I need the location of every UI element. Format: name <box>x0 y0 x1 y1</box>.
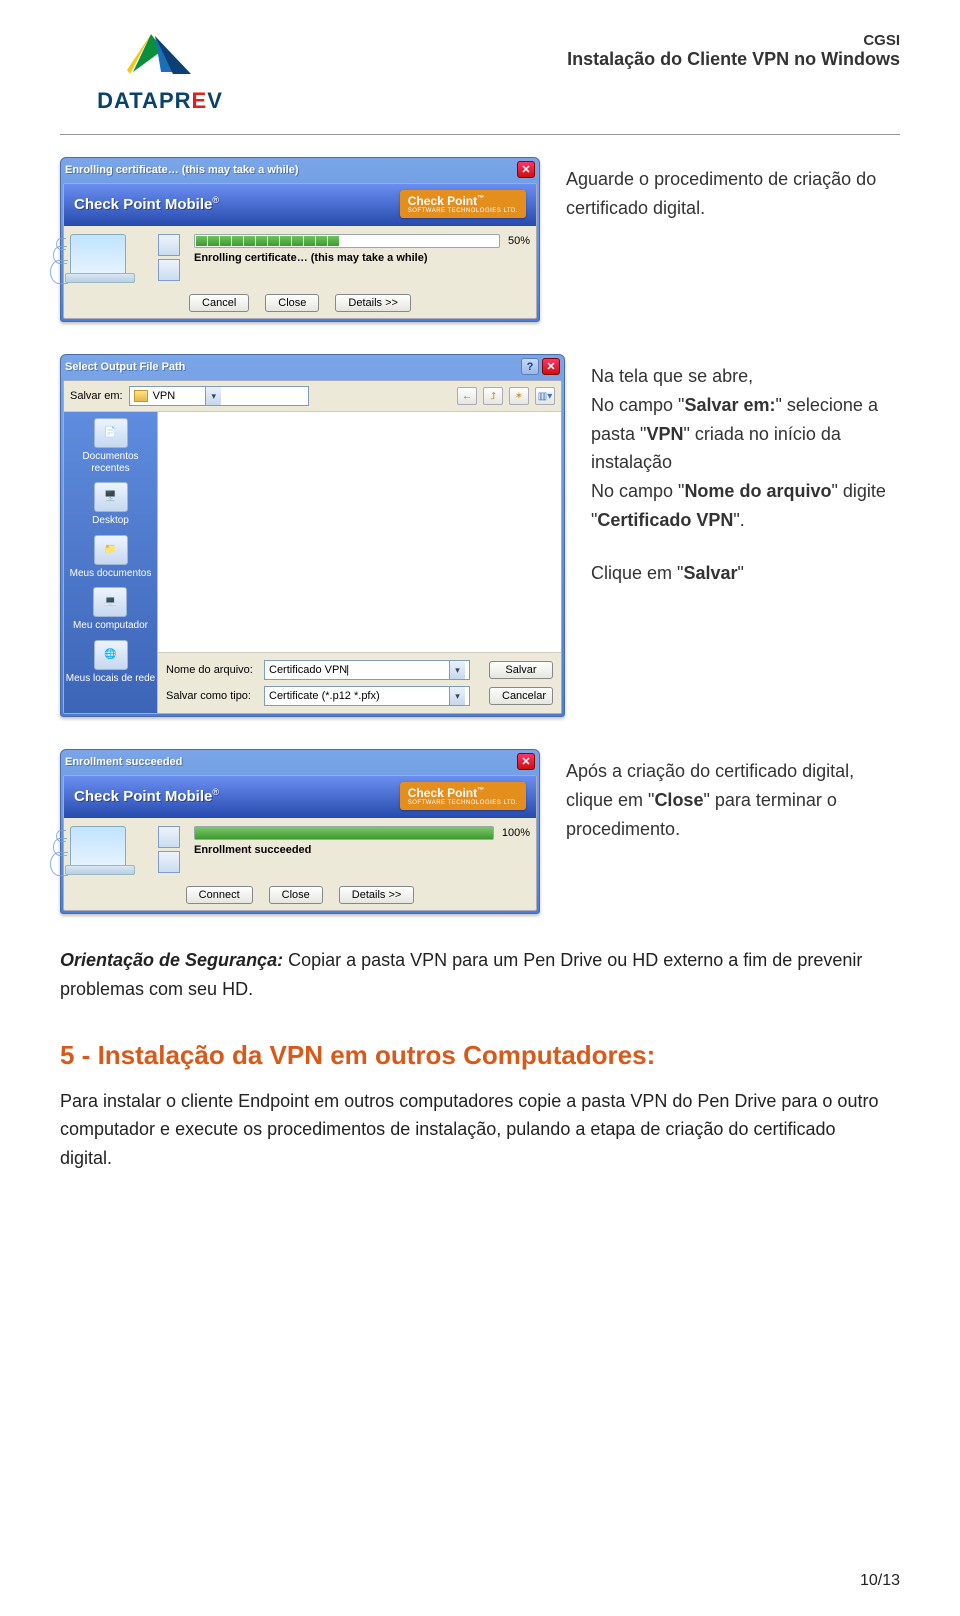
success-dialog-title: Enrollment succeeded <box>65 756 514 768</box>
section-5-heading: 5 - Instalação da VPN em outros Computad… <box>60 1040 900 1071</box>
place-network[interactable]: 🌐Meus locais de rede <box>66 640 156 685</box>
progress-status: Enrolling certificate… (this may take a … <box>194 252 530 264</box>
page-header: DATAPREV CGSI Instalação do Cliente VPN … <box>60 30 900 114</box>
progress-percent: 50% <box>508 235 530 247</box>
enroll-dialog: Enrolling certificate… (this may take a … <box>60 157 540 322</box>
filetype-dropdown[interactable]: Certificate (*.p12 *.pfx)▾ <box>264 686 470 706</box>
help-icon[interactable]: ? <box>521 358 539 375</box>
progress-bar <box>194 234 500 248</box>
page-number: 10/13 <box>860 1572 900 1590</box>
caption-2c: No campo "Nome do arquivo" digite "Certi… <box>591 477 900 535</box>
success-dialog: Enrollment succeeded ✕ Check Point Mobil… <box>60 749 540 914</box>
save-dialog: Select Output File Path ? ✕ Salvar em: V… <box>60 354 565 717</box>
close-icon[interactable]: ✕ <box>542 358 560 375</box>
up-folder-icon[interactable]: ⮥ <box>483 387 503 405</box>
logo: DATAPREV <box>60 30 260 114</box>
save-dialog-title: Select Output File Path <box>65 361 518 373</box>
server-icon <box>158 826 180 848</box>
progress-bar <box>194 826 494 840</box>
chevron-down-icon[interactable]: ▾ <box>449 661 465 679</box>
filetype-label: Salvar como tipo: <box>166 690 256 702</box>
close-icon[interactable]: ✕ <box>517 753 535 770</box>
progress-percent: 100% <box>502 827 530 839</box>
save-in-dropdown[interactable]: VPN ▾ <box>129 386 309 406</box>
brand-label: Check Point Mobile® <box>74 787 219 805</box>
header-divider <box>60 134 900 135</box>
section-5-body: Para instalar o cliente Endpoint em outr… <box>60 1087 890 1173</box>
details-button[interactable]: Details >> <box>335 294 411 312</box>
brand-wordmark: DATAPREV <box>60 88 260 114</box>
server-icon <box>158 259 180 281</box>
laptop-icon <box>70 826 126 870</box>
caption-3: Após a criação do certificado digital, c… <box>566 757 900 843</box>
place-desktop[interactable]: 🖥️Desktop <box>92 482 129 527</box>
close-button[interactable]: Close <box>269 886 323 904</box>
save-in-value: VPN <box>153 390 206 402</box>
places-bar: 📄Documentos recentes 🖥️Desktop 📁Meus doc… <box>64 412 157 713</box>
filename-label: Nome do arquivo: <box>166 664 256 676</box>
server-icon <box>158 234 180 256</box>
back-icon[interactable]: ← <box>457 387 477 405</box>
checkpoint-logo: Check Point™SOFTWARE TECHNOLOGIES LTD. <box>400 782 526 810</box>
cancel-button[interactable]: Cancelar <box>489 687 553 705</box>
save-button[interactable]: Salvar <box>489 661 553 679</box>
place-recent[interactable]: 📄Documentos recentes <box>64 418 157 474</box>
checkpoint-logo: Check Point™SOFTWARE TECHNOLOGIES LTD. <box>400 190 526 218</box>
caption-2a: Na tela que se abre, <box>591 362 900 391</box>
details-button[interactable]: Details >> <box>339 886 415 904</box>
close-icon[interactable]: ✕ <box>517 161 535 178</box>
caption-2b: No campo "Salvar em:" selecione a pasta … <box>591 391 900 477</box>
security-note: Orientação de Segurança: Copiar a pasta … <box>60 946 890 1004</box>
chevron-down-icon[interactable]: ▾ <box>205 387 221 405</box>
chevron-down-icon[interactable]: ▾ <box>449 687 465 705</box>
close-button[interactable]: Close <box>265 294 319 312</box>
new-folder-icon[interactable]: ✶ <box>509 387 529 405</box>
file-list[interactable] <box>158 412 561 652</box>
server-icon <box>158 851 180 873</box>
place-mypc[interactable]: 💻Meu computador <box>73 587 148 632</box>
connect-button[interactable]: Connect <box>186 886 253 904</box>
enroll-dialog-title: Enrolling certificate… (this may take a … <box>65 164 514 176</box>
laptop-icon <box>70 234 126 278</box>
cancel-button[interactable]: Cancel <box>189 294 249 312</box>
place-mydocs[interactable]: 📁Meus documentos <box>70 535 152 580</box>
success-message: Enrollment succeeded <box>194 844 530 856</box>
view-menu-icon[interactable]: ▥▾ <box>535 387 555 405</box>
header-title: Instalação do Cliente VPN no Windows <box>280 49 900 70</box>
filename-input[interactable]: Certificado VPN▾ <box>264 660 470 680</box>
header-org: CGSI <box>280 32 900 49</box>
folder-icon <box>134 390 148 402</box>
caption-1: Aguarde o procedimento de criação do cer… <box>566 165 900 223</box>
save-in-label: Salvar em: <box>70 390 123 402</box>
brand-label: Check Point Mobile® <box>74 195 219 213</box>
caption-2d: Clique em "Salvar" <box>591 559 900 588</box>
